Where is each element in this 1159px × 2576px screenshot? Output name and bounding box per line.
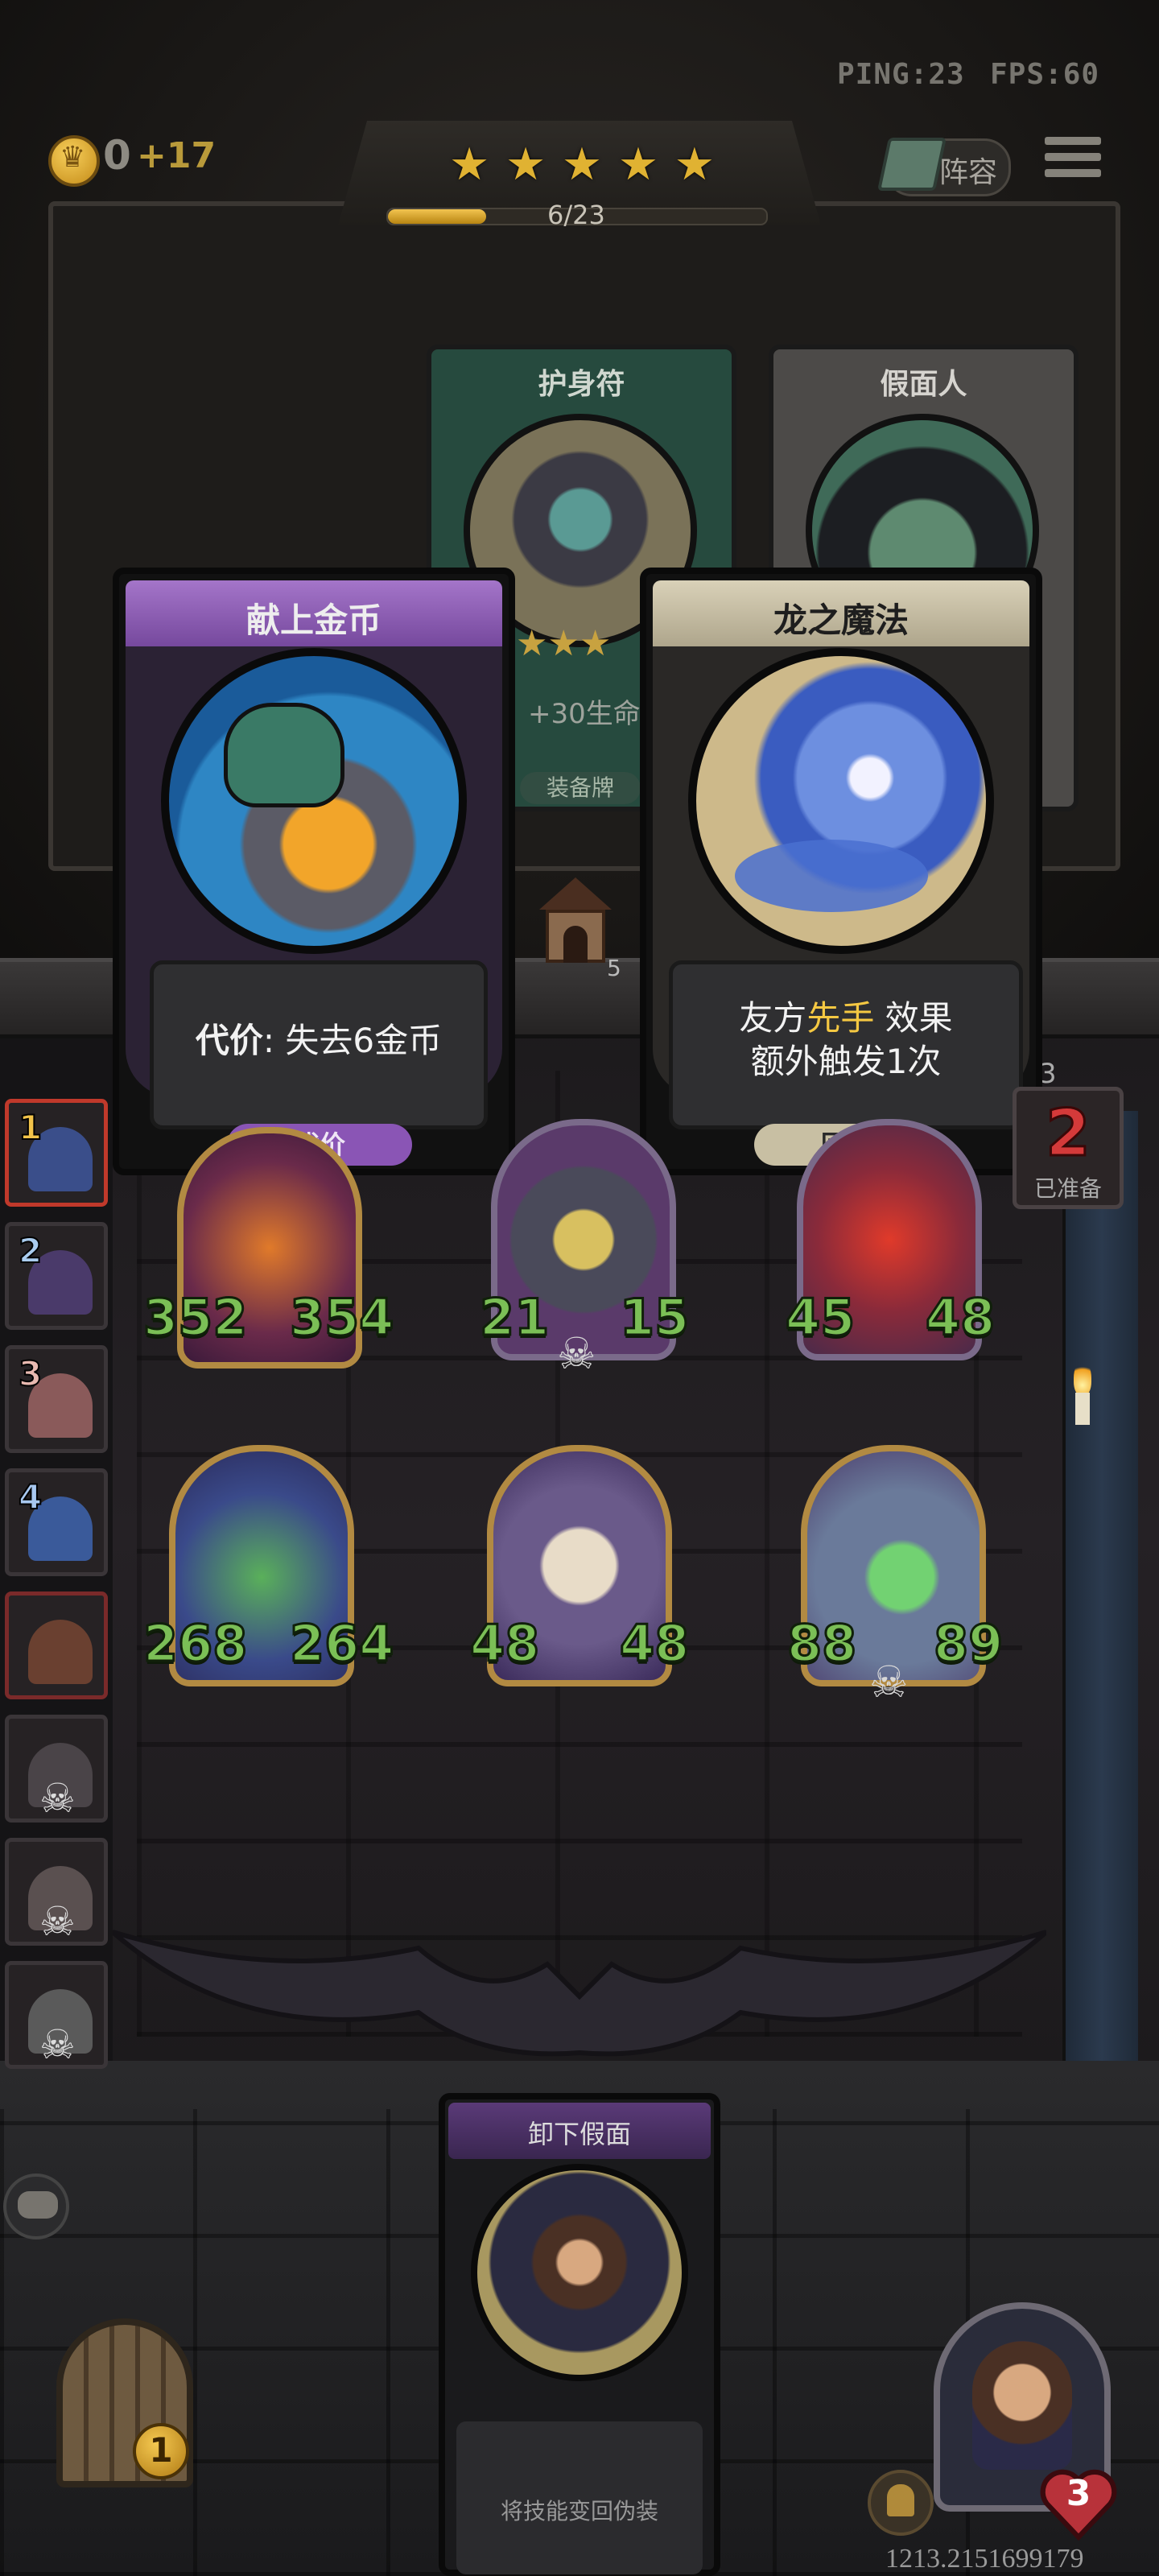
offer-card-title: 献上金币 (245, 601, 382, 640)
amulet-tag: 装备牌 (520, 772, 641, 804)
enemy-health: 48 (924, 1287, 996, 1348)
turn-progress-fill (388, 209, 487, 224)
offer-card-gold-tribute[interactable]: 献上金币 代价: 失去6金币 代价 (113, 568, 515, 1175)
enemy-attack: 352 (142, 1287, 248, 1348)
star-icon: ★ (674, 138, 715, 191)
roster-slot[interactable]: ☠ (5, 1961, 108, 2069)
player-avatar (28, 1620, 93, 1684)
upgrade-cost: 1 (149, 2430, 173, 2470)
player-health: 48 (618, 1613, 690, 1674)
bat-ornament (113, 1930, 1046, 2057)
shop-card-title: 假面人 (880, 368, 967, 401)
amulet-stars: ★★★ (516, 623, 612, 664)
hero-power-desc: 将技能变回伪装 (500, 2498, 658, 2524)
roster-rank: 3 (18, 1353, 43, 1394)
upgrade-cost-badge: 1 (133, 2423, 189, 2479)
roster-rank: 4 (18, 1476, 43, 1517)
debug-value: 1213.2151699179 (885, 2544, 1084, 2574)
roster-slot[interactable] (5, 1591, 108, 1699)
offer-line1-b: 效果 (874, 998, 953, 1038)
hero-health: 3 (1066, 2473, 1091, 2514)
skull-icon: ☠ (39, 1898, 76, 1945)
hero-power-card[interactable]: 卸下假面 将技能变回伪装 (439, 2093, 720, 2576)
skull-icon: ☠ (39, 2021, 76, 2068)
lineup-button[interactable]: 阵容 (876, 138, 1011, 196)
hero-face (972, 2341, 1072, 2470)
book-icon (876, 138, 947, 191)
offer-text-rest: : 失去6金币 (262, 1021, 443, 1060)
tavern-stars: ★ ★ ★ ★ ★ (449, 138, 715, 191)
house-icon[interactable] (531, 877, 620, 966)
star-icon: ★ (617, 138, 659, 191)
turn-progress-text: 6/23 (547, 200, 605, 230)
offer-line1-highlight: 先手 (806, 998, 875, 1038)
roster-slot[interactable]: ☠ (5, 1838, 108, 1946)
offer-card-dragon-magic[interactable]: 龙之魔法 友方先手 效果 额外触发1次 回报 (640, 568, 1042, 1175)
roster-rank: 1 (18, 1107, 43, 1148)
ready-label: 已准备 (1033, 1175, 1102, 1202)
roster-slot[interactable]: 2 (5, 1222, 108, 1330)
dragon-claw-icon (735, 840, 928, 912)
skull-icon: ☠ (39, 1775, 76, 1822)
shop-card-title: 护身符 (538, 368, 625, 401)
offer-card-text: 友方先手 效果 额外触发1次 (669, 960, 1023, 1129)
gold-amount: 0 (103, 132, 131, 179)
player-health: 264 (288, 1613, 394, 1674)
player-attack: 268 (142, 1613, 248, 1674)
skull-icon: ☠ (869, 1657, 909, 1707)
roster-slot[interactable]: 1 (5, 1099, 108, 1207)
ping-text: PING:23 (837, 58, 965, 91)
offer-card-text: 代价: 失去6金币 (150, 960, 488, 1129)
gold-coin-icon (48, 135, 100, 187)
star-icon: ★ (449, 138, 490, 191)
enemy-attack: 21 (478, 1287, 550, 1348)
house-count: 5 (607, 955, 621, 981)
bell-icon[interactable] (868, 2470, 934, 2536)
fps-text: FPS:60 (990, 58, 1100, 91)
offer-text-bold: 代价 (195, 1021, 263, 1060)
skull-icon: ☠ (557, 1328, 596, 1379)
player-attack: 88 (786, 1613, 857, 1674)
roster-slot[interactable]: ☠ (5, 1715, 108, 1823)
chat-icon[interactable] (3, 2174, 69, 2240)
ready-count: 2 (1045, 1095, 1092, 1172)
roster-rank: 2 (18, 1230, 43, 1271)
opponent-ready-panel: 2 已准备 (1013, 1087, 1124, 1209)
enemy-health: 354 (288, 1287, 394, 1348)
roster-slot[interactable]: 4 (5, 1468, 108, 1576)
hero-power-portrait (471, 2164, 688, 2381)
offer-card-title: 龙之魔法 (773, 601, 909, 640)
lineup-label: 阵容 (939, 156, 998, 189)
star-icon: ★ (505, 138, 547, 191)
gold-income: +17 (137, 135, 217, 176)
hero-power-title: 卸下假面 (527, 2119, 631, 2149)
roster-slot[interactable]: 3 (5, 1345, 108, 1453)
menu-icon[interactable] (1045, 137, 1101, 190)
enemy-attack: 45 (784, 1287, 856, 1348)
enemy-health: 15 (618, 1287, 690, 1348)
player-health: 89 (932, 1613, 1004, 1674)
player-attack: 48 (468, 1613, 540, 1674)
right-pillar (1062, 1111, 1138, 2061)
star-icon: ★ (561, 138, 603, 191)
goblin-face-icon (224, 703, 344, 807)
offer-line2: 额外触发1次 (750, 1042, 942, 1081)
amulet-effect: +30生命 (528, 698, 641, 730)
candle-icon (1070, 1360, 1095, 1425)
offer-line1-a: 友方 (739, 998, 807, 1038)
